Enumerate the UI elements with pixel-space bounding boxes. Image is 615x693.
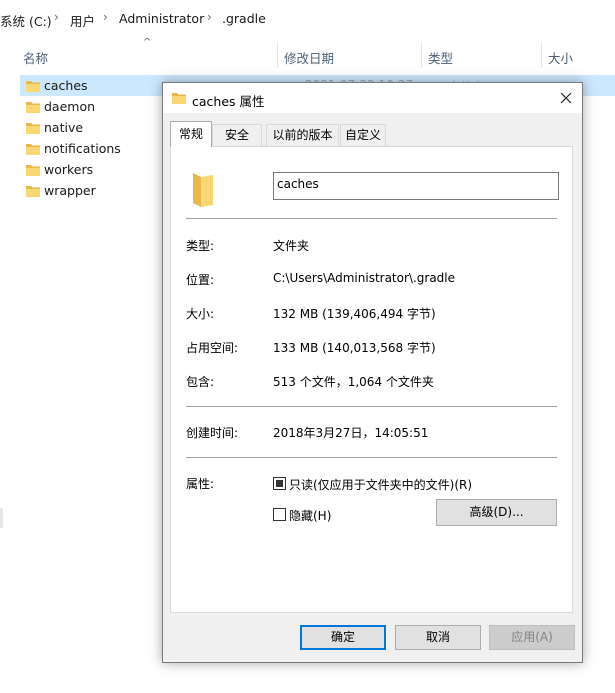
column-header-type[interactable]: 类型 xyxy=(428,48,453,67)
sort-ascending-icon: ^ xyxy=(143,37,152,48)
breadcrumb-separator: › xyxy=(103,10,108,24)
folder-icon xyxy=(26,123,40,134)
scroll-edge xyxy=(0,508,3,528)
size-value: 132 MB (139,406,494 字节) xyxy=(273,307,436,321)
folder-icon xyxy=(26,165,40,176)
created-value: 2018年3月27日，14:05:51 xyxy=(273,426,429,440)
breadcrumb-item-gradle[interactable]: .gradle xyxy=(222,11,266,26)
folder-large-icon xyxy=(193,173,213,207)
type-label: 类型: xyxy=(186,239,215,253)
type-value: 文件夹 xyxy=(273,239,310,253)
tab-previous-versions[interactable]: 以前的版本 xyxy=(266,124,339,146)
disk-size-label: 占用空间: xyxy=(186,341,239,355)
divider xyxy=(186,457,557,458)
location-label: 位置: xyxy=(186,273,215,287)
folder-icon xyxy=(26,81,40,92)
dialog-title: caches 属性 xyxy=(192,94,265,109)
folder-icon xyxy=(26,186,40,197)
file-row[interactable]: wrapper xyxy=(20,180,160,201)
folder-icon xyxy=(26,144,40,155)
breadcrumb-item-drive[interactable]: 系统 (C:) xyxy=(0,11,52,30)
file-name: notifications xyxy=(44,141,121,156)
close-icon xyxy=(560,92,572,104)
close-button[interactable] xyxy=(550,83,582,113)
advanced-button[interactable]: 高级(D)... xyxy=(436,499,557,526)
hidden-checkbox[interactable] xyxy=(273,508,286,521)
column-divider[interactable] xyxy=(541,42,542,68)
breadcrumb: 系统 (C:) › 用户 › Administrator › .gradle xyxy=(0,0,615,36)
breadcrumb-item-administrator[interactable]: Administrator xyxy=(119,11,204,26)
folder-icon xyxy=(172,93,186,104)
file-row[interactable]: workers xyxy=(20,159,160,180)
disk-size-value: 133 MB (140,013,568 字节) xyxy=(273,341,436,355)
column-divider[interactable] xyxy=(421,42,422,68)
file-row[interactable]: native xyxy=(20,117,160,138)
properties-dialog: caches 属性 常规 安全 以前的版本 自定义 caches 类型: 文件夹… xyxy=(162,82,583,663)
column-header-size[interactable]: 大小 xyxy=(548,48,573,67)
dialog-titlebar[interactable]: caches 属性 xyxy=(163,83,582,113)
size-label: 大小: xyxy=(186,307,215,321)
breadcrumb-separator: › xyxy=(207,10,212,24)
cancel-button[interactable]: 取消 xyxy=(395,625,481,650)
file-name: wrapper xyxy=(44,183,96,198)
file-name: workers xyxy=(44,162,94,177)
breadcrumb-separator: › xyxy=(54,10,59,24)
divider xyxy=(186,218,557,219)
location-value: C:\Users\Administrator\.gradle xyxy=(273,271,456,285)
column-header-modified[interactable]: 修改日期 xyxy=(284,48,334,67)
column-header-row: ^ 名称 修改日期 类型 大小 xyxy=(0,37,615,70)
column-divider[interactable] xyxy=(277,42,278,68)
attributes-label: 属性: xyxy=(186,477,215,491)
ok-button[interactable]: 确定 xyxy=(300,625,386,650)
apply-button[interactable]: 应用(A) xyxy=(489,625,575,650)
tab-general[interactable]: 常规 xyxy=(170,121,212,147)
column-header-name[interactable]: 名称 xyxy=(23,48,48,67)
file-name: daemon xyxy=(44,99,96,114)
file-name: native xyxy=(44,120,84,135)
contains-label: 包含: xyxy=(186,375,215,389)
general-panel: caches 类型: 文件夹 位置: C:\Users\Administrato… xyxy=(170,146,573,613)
breadcrumb-item-users[interactable]: 用户 xyxy=(70,11,95,30)
hidden-label[interactable]: 隐藏(H) xyxy=(289,507,331,524)
created-label: 创建时间: xyxy=(186,426,239,440)
folder-icon xyxy=(26,102,40,113)
readonly-label[interactable]: 只读(仅应用于文件夹中的文件)(R) xyxy=(289,476,472,493)
file-row[interactable]: daemon xyxy=(20,96,160,117)
tab-customize[interactable]: 自定义 xyxy=(340,124,386,146)
folder-name-input[interactable]: caches xyxy=(273,172,559,200)
contains-value: 513 个文件，1,064 个文件夹 xyxy=(273,375,434,389)
readonly-checkbox[interactable] xyxy=(273,477,286,490)
tab-security[interactable]: 安全 xyxy=(212,124,262,146)
file-row[interactable]: notifications xyxy=(20,138,160,159)
divider xyxy=(186,406,557,407)
file-name: caches xyxy=(44,78,88,93)
